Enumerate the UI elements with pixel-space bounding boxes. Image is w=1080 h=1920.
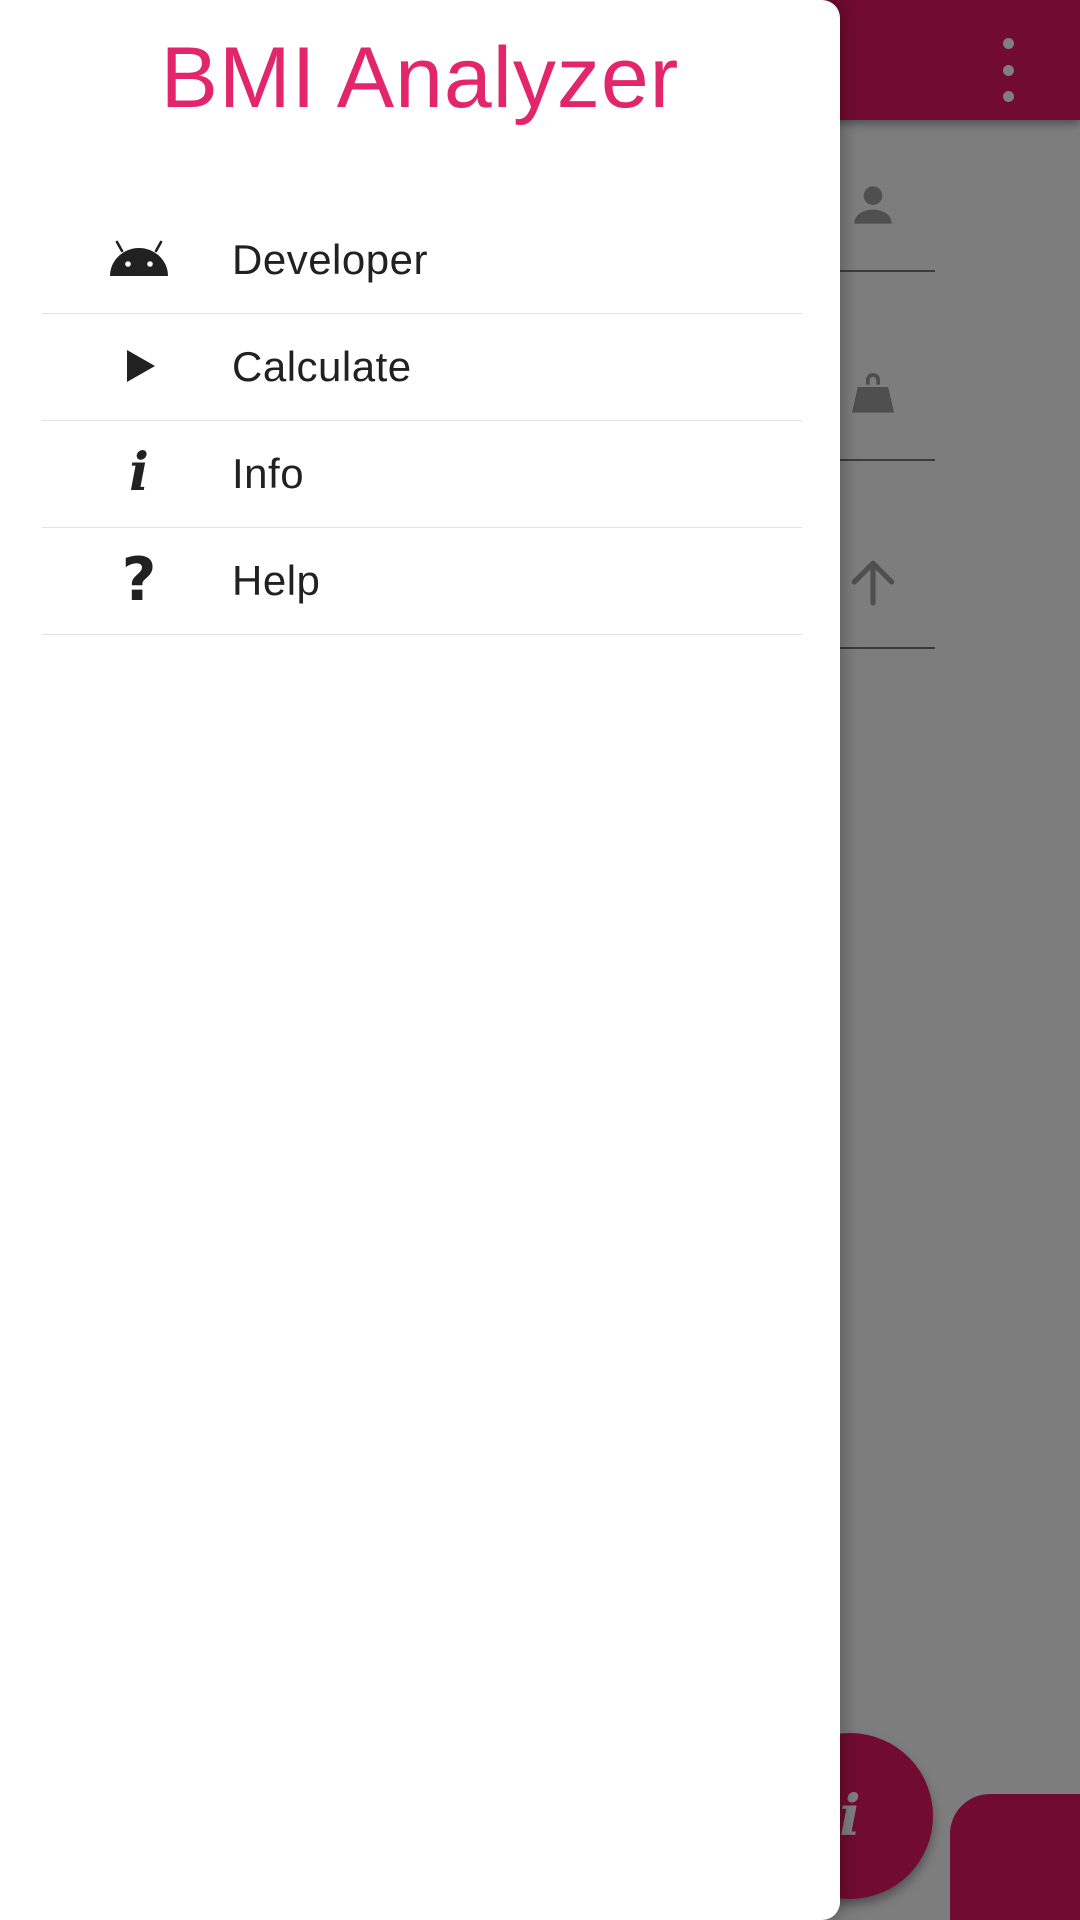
drawer-title: BMI Analyzer: [160, 30, 680, 126]
menu-item-calculate[interactable]: Calculate: [42, 314, 802, 421]
menu-item-label: Info: [232, 450, 305, 497]
menu-item-label: Help: [232, 557, 321, 604]
help-icon: ?: [121, 545, 157, 615]
info-icon: i: [129, 442, 149, 503]
menu-item-label: Developer: [232, 236, 428, 283]
android-icon: [107, 227, 171, 291]
menu-item-info[interactable]: i Info: [42, 421, 802, 528]
play-icon: [107, 334, 171, 398]
menu-item-help[interactable]: ? Help: [42, 528, 802, 635]
navigation-drawer: BMI Analyzer Developer Calculate i Info …: [0, 0, 840, 1920]
drawer-menu: Developer Calculate i Info ? Help: [42, 207, 802, 635]
menu-item-label: Calculate: [232, 343, 412, 390]
menu-item-developer[interactable]: Developer: [42, 207, 802, 314]
